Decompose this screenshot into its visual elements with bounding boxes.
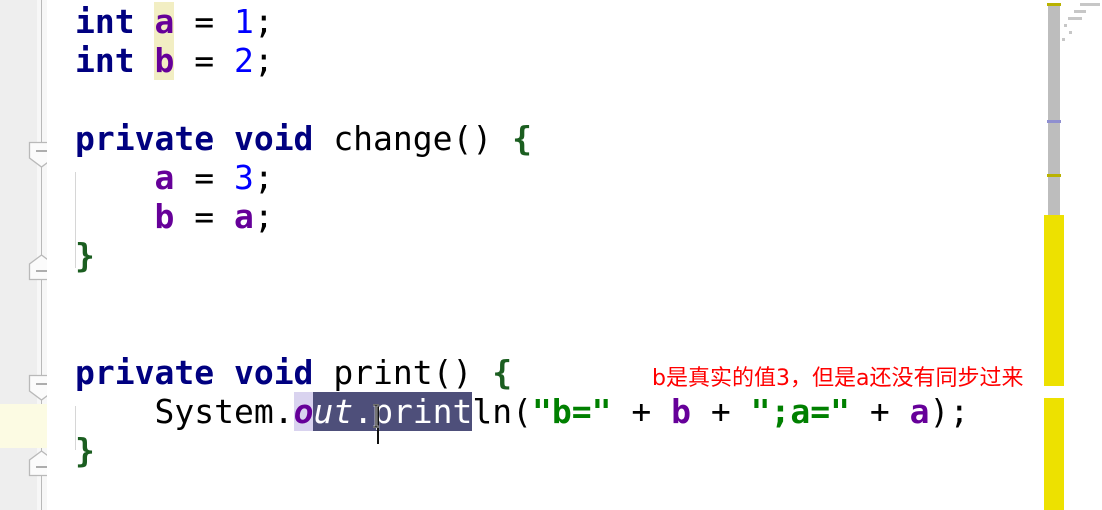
code-token: 2 <box>233 41 254 80</box>
code-token: ; <box>253 158 274 197</box>
code-line[interactable] <box>47 275 1102 314</box>
ibeam-cursor-icon <box>371 403 381 429</box>
code-token: () <box>432 353 473 392</box>
minimap-segment <box>1069 31 1072 34</box>
code-line[interactable]: int b = 2; <box>47 41 1102 80</box>
code-token: + <box>611 392 672 431</box>
code-token: a <box>909 392 930 431</box>
minimap-segment <box>1080 3 1100 6</box>
code-line[interactable] <box>47 80 1102 119</box>
code-token: ln <box>472 392 513 431</box>
code-token: void <box>233 119 314 158</box>
vertical-scrollbar-thumb[interactable] <box>1048 4 1060 220</box>
code-token: ; <box>253 197 274 236</box>
code-token: 1 <box>233 2 254 41</box>
scrollbar-mark[interactable] <box>1047 120 1061 123</box>
code-token: { <box>492 353 513 392</box>
code-token: int <box>75 41 135 80</box>
code-token: ; <box>949 392 970 431</box>
code-token: + <box>691 392 751 431</box>
code-token: print <box>333 353 433 392</box>
code-token: a <box>154 158 175 197</box>
code-token: b <box>671 392 692 431</box>
code-line[interactable]: int a = 1; <box>47 2 1102 41</box>
code-token: ; <box>253 41 274 80</box>
code-token: = <box>174 197 234 236</box>
minimap-segment <box>1064 24 1067 27</box>
code-token: = <box>174 41 234 80</box>
code-token: ; <box>253 2 274 41</box>
code-text-area[interactable]: int a = 1; int b = 2; private void change(… <box>47 0 1102 510</box>
scrollbar-mark[interactable] <box>1047 3 1061 6</box>
code-token: int <box>75 2 135 41</box>
code-line[interactable]: a = 3; <box>47 158 1102 197</box>
code-token: } <box>75 236 95 275</box>
code-line[interactable] <box>47 314 1102 353</box>
code-line[interactable]: System.out.println("b=" + b + ";a=" + a)… <box>47 392 1102 431</box>
code-token: b <box>154 197 175 236</box>
code-token: a <box>233 197 254 236</box>
code-line[interactable]: private void change() { <box>47 119 1102 158</box>
code-line[interactable]: b = a; <box>47 197 1102 236</box>
code-token: change <box>333 119 453 158</box>
red-annotation-text: b是真实的值3，但是a还没有同步过来 <box>652 366 1024 391</box>
scrollbar-mark[interactable] <box>1047 174 1061 177</box>
marker-bar <box>1044 215 1064 386</box>
code-token: o <box>293 392 314 431</box>
minimap-segment <box>1062 38 1065 41</box>
code-token: "b=" <box>532 392 612 431</box>
code-token: ";a=" <box>750 392 850 431</box>
code-token: System <box>154 392 274 431</box>
code-token: private <box>75 353 215 392</box>
code-token: { <box>512 119 533 158</box>
code-token: ( <box>512 392 533 431</box>
code-token: b <box>154 41 175 80</box>
minimap-segment <box>1068 17 1082 20</box>
code-token: + <box>849 392 910 431</box>
code-token: private <box>75 119 215 158</box>
minimap-segment <box>1074 10 1086 13</box>
marker-bar <box>1044 398 1064 510</box>
code-token: a <box>154 2 175 41</box>
code-line[interactable]: } <box>47 236 1102 275</box>
code-token: ut <box>313 392 354 431</box>
code-token: 3 <box>233 158 254 197</box>
code-token: ) <box>929 392 950 431</box>
code-token: () <box>452 119 493 158</box>
code-token: = <box>174 2 234 41</box>
code-editor[interactable]: int a = 1; int b = 2; private void change(… <box>0 0 1102 510</box>
code-line[interactable]: } <box>47 431 1102 470</box>
code-token: } <box>75 431 95 470</box>
code-token: = <box>174 158 234 197</box>
code-token: void <box>233 353 314 392</box>
code-token: . <box>273 392 294 431</box>
code-minimap-preview[interactable] <box>1060 0 1102 60</box>
